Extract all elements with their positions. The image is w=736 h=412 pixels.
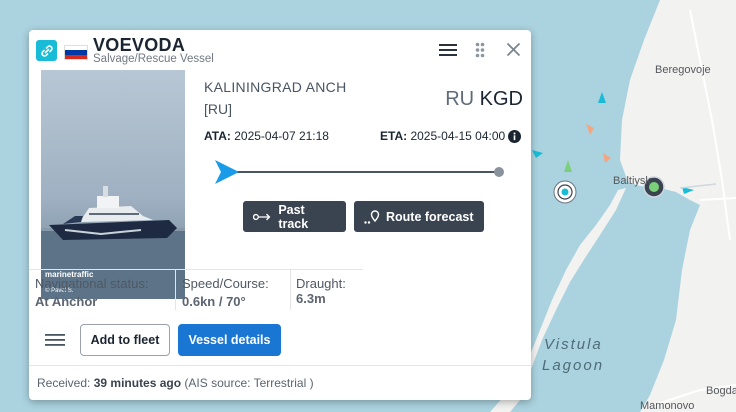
vessel-popup: VOEVODA Salvage/Rescue Vessel marinetraf… (29, 30, 531, 400)
vessel-type: Salvage/Rescue Vessel (93, 53, 214, 65)
grid-divider-1 (175, 270, 176, 310)
past-track-button[interactable]: Past track (243, 201, 346, 232)
eta-value: 2025-04-15 04:00 (410, 129, 506, 143)
ata-field: ATA: 2025-04-07 21:18 (204, 129, 329, 143)
map-label-baltiysk: Baltiysk (613, 175, 651, 187)
map-label-mamonovo: Mamonovo (640, 400, 695, 412)
add-to-fleet-button[interactable]: Add to fleet (80, 324, 170, 356)
destination-dot (494, 167, 504, 177)
nav-status-label: Navigational status: (35, 276, 149, 291)
destination-country: [RU] (204, 101, 232, 117)
voyage-progress-track (215, 160, 504, 184)
hamburger-menu-icon[interactable] (439, 43, 457, 57)
ata-label: ATA: (204, 129, 231, 143)
ais-source: (AIS source: Terrestrial ) (184, 376, 314, 390)
draught-value: 6.3m (296, 291, 326, 306)
eta-field: ETA: 2025-04-15 04:00 (380, 129, 505, 143)
grid-divider-top (29, 269, 363, 270)
link-icon[interactable] (36, 40, 57, 61)
map-label-lagoon: Lagoon (542, 357, 605, 374)
map-label-beregovoje: Beregovoje (655, 64, 711, 76)
close-icon[interactable] (506, 42, 521, 57)
past-track-label: Past track (278, 202, 309, 231)
past-track-icon (253, 213, 271, 220)
ata-value: 2025-04-07 21:18 (234, 129, 329, 143)
route-forecast-button[interactable]: Route forecast (354, 201, 484, 232)
info-icon[interactable] (508, 130, 521, 143)
more-menu-icon[interactable] (45, 333, 65, 347)
destination-port: KALININGRAD ANCH (204, 79, 347, 95)
vessel-position-arrow (215, 160, 239, 184)
vessel-details-button[interactable]: Vessel details (178, 324, 281, 356)
route-forecast-label: Route forecast (386, 209, 474, 224)
map-label-vistula: Vistula (544, 336, 603, 353)
speed-course-label: Speed/Course: (182, 276, 269, 291)
vessel-photo[interactable]: marinetraffic © Pavel S. (41, 70, 185, 299)
received-info: Received: 39 minutes ago (AIS source: Te… (37, 376, 314, 390)
received-time: 39 minutes ago (93, 376, 182, 390)
eta-label: ETA: (380, 129, 408, 143)
nav-status-value: At Anchor (35, 294, 98, 309)
port-locode: RU KGD (445, 88, 523, 111)
footer-divider (29, 365, 531, 366)
received-prefix: Received: (37, 376, 91, 390)
map-label-bogda: Bogda (706, 385, 736, 397)
locode-port: KGD (479, 88, 523, 110)
route-forecast-icon (364, 209, 380, 224)
flag-icon (64, 45, 88, 60)
speed-course-value: 0.6kn / 70° (182, 294, 246, 309)
locode-country: RU (445, 88, 475, 110)
grid-divider-2 (290, 270, 291, 310)
drag-handle-icon[interactable] (475, 42, 485, 58)
draught-label: Draught: (296, 276, 346, 291)
